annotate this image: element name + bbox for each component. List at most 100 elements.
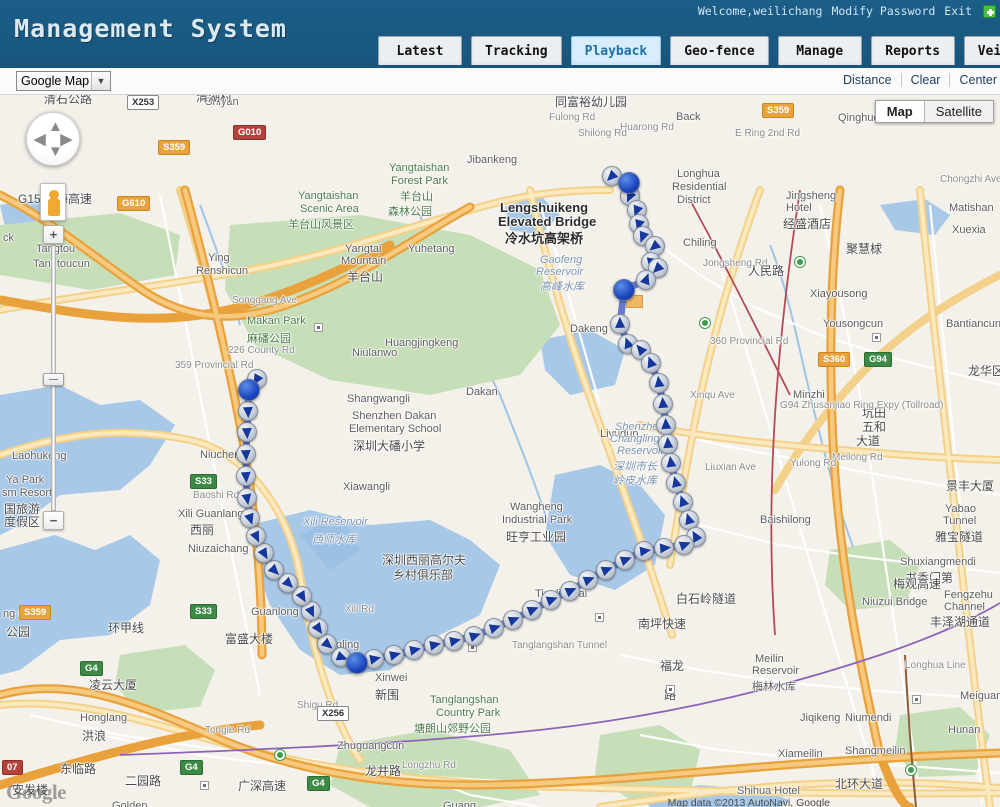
route-direction-marker[interactable] [240, 508, 260, 528]
modify-password-link[interactable]: Modify Password [831, 4, 935, 18]
direction-arrow-icon [240, 449, 252, 462]
route-direction-marker[interactable] [404, 640, 424, 660]
route-direction-marker[interactable] [237, 422, 257, 442]
pan-left-icon[interactable]: ◀ [34, 132, 46, 147]
pegman-body [48, 198, 60, 216]
transit-station-icon[interactable] [275, 750, 285, 760]
route-direction-marker[interactable] [661, 453, 681, 473]
tab-latest[interactable]: Latest [378, 36, 462, 65]
poi-marker[interactable] [912, 695, 921, 704]
route-direction-marker[interactable] [649, 373, 669, 393]
zoom-slider-handle[interactable] [43, 373, 64, 386]
pan-right-icon[interactable]: ▶ [60, 132, 72, 147]
route-stop-marker[interactable] [613, 279, 635, 301]
poi-marker[interactable] [200, 781, 209, 790]
route-stop-marker[interactable] [618, 172, 640, 194]
zoom-control[interactable]: + − [43, 225, 64, 530]
map-provider-select[interactable]: Google Map ▼ [16, 71, 111, 91]
route-direction-marker[interactable] [653, 394, 673, 414]
route-stop-marker[interactable] [238, 379, 260, 401]
route-direction-marker[interactable] [264, 560, 284, 580]
tab-geo-fence[interactable]: Geo-fence [670, 36, 769, 65]
route-direction-marker[interactable] [424, 635, 444, 655]
route-direction-marker[interactable] [615, 550, 635, 570]
zoom-in-button[interactable]: + [43, 225, 64, 244]
green-plus-icon[interactable] [983, 4, 996, 18]
poi-marker[interactable] [872, 333, 881, 342]
route-direction-marker[interactable] [656, 415, 676, 435]
distance-tool[interactable]: Distance [834, 73, 902, 87]
route-direction-marker[interactable] [384, 645, 404, 665]
app-header: c Management System Welcome,weilichang M… [0, 0, 1000, 68]
route-direction-marker[interactable] [658, 434, 678, 454]
route-direction-marker[interactable] [236, 444, 256, 464]
route-direction-marker[interactable] [464, 626, 484, 646]
route-direction-marker[interactable] [673, 492, 693, 512]
route-direction-marker[interactable] [308, 618, 328, 638]
center-tool[interactable]: Center [950, 73, 1000, 87]
tab-reports[interactable]: Reports [870, 36, 955, 65]
route-direction-marker[interactable] [560, 581, 580, 601]
route-direction-marker[interactable] [666, 473, 686, 493]
direction-arrow-icon [660, 417, 672, 430]
poi-marker[interactable] [666, 685, 675, 694]
route-direction-marker[interactable] [654, 538, 674, 558]
road-shield: X253 [127, 95, 160, 110]
direction-arrow-icon [669, 474, 682, 489]
map-tools: Distance Clear Center [834, 73, 1000, 87]
road-shield: S33 [190, 604, 217, 619]
pegman-street-view-icon[interactable] [40, 183, 66, 221]
transit-station-icon[interactable] [906, 765, 916, 775]
map-attribution: Map data ©2013 AutoNavi, Google [667, 797, 830, 807]
map-canvas[interactable]: 清石公路 Shiyan 清湖村 Jibankeng 同富裕幼儿园 Back Qinghucu… [0, 95, 1000, 807]
poi-marker[interactable] [314, 323, 323, 332]
chevron-down-icon[interactable]: ▼ [91, 72, 110, 90]
direction-arrow-icon [665, 455, 677, 468]
road-shield: S360 [818, 352, 851, 367]
route-direction-marker[interactable] [634, 541, 654, 561]
map-type-satellite[interactable]: Satellite [924, 101, 993, 122]
direction-arrow-icon [653, 375, 665, 388]
tab-vehicle-status[interactable]: VeihcleStat [963, 36, 1000, 65]
route-direction-marker[interactable] [522, 600, 542, 620]
route-direction-marker[interactable] [237, 488, 257, 508]
road-shield: S359 [158, 140, 191, 155]
map-type-map[interactable]: Map [875, 101, 925, 122]
route-direction-marker[interactable] [636, 270, 656, 290]
pan-control[interactable]: ▲ ▼ ◀ ▶ [26, 112, 80, 166]
route-direction-marker[interactable] [238, 401, 258, 421]
direction-arrow-icon [682, 511, 695, 526]
route-direction-marker[interactable] [444, 631, 464, 651]
zoom-out-button[interactable]: − [43, 511, 64, 530]
google-watermark: Google [6, 780, 67, 804]
road-shield: G610 [117, 196, 151, 211]
road-shield: G94 [864, 352, 892, 367]
route-direction-marker[interactable] [503, 610, 523, 630]
road-shield: S359 [762, 103, 795, 118]
route-direction-marker[interactable] [254, 543, 274, 563]
tab-tracking[interactable]: Tracking [471, 36, 562, 65]
route-direction-marker[interactable] [674, 535, 694, 555]
route-direction-marker[interactable] [246, 526, 266, 546]
road-shield: G4 [180, 760, 203, 775]
transit-station-icon[interactable] [795, 257, 805, 267]
route-direction-marker[interactable] [610, 314, 630, 334]
exit-link[interactable]: Exit [944, 4, 972, 18]
user-bar: Welcome,weilichang Modify Password Exit [698, 4, 996, 18]
direction-arrow-icon [267, 563, 283, 579]
direction-arrow-icon [468, 629, 483, 642]
clear-tool[interactable]: Clear [902, 73, 951, 87]
direction-arrow-icon [311, 621, 327, 637]
route-direction-marker[interactable] [578, 570, 598, 590]
route-direction-marker[interactable] [641, 353, 661, 373]
tab-playback[interactable]: Playback [570, 36, 662, 65]
tab-manage[interactable]: Manage [777, 36, 862, 65]
route-direction-marker[interactable] [541, 590, 561, 610]
route-direction-marker[interactable] [596, 560, 616, 580]
transit-station-icon[interactable] [700, 318, 710, 328]
route-direction-marker[interactable] [236, 466, 256, 486]
direction-arrow-icon [369, 652, 383, 665]
route-stop-marker[interactable] [346, 652, 368, 674]
poi-marker[interactable] [595, 613, 604, 622]
route-direction-marker[interactable] [484, 618, 504, 638]
